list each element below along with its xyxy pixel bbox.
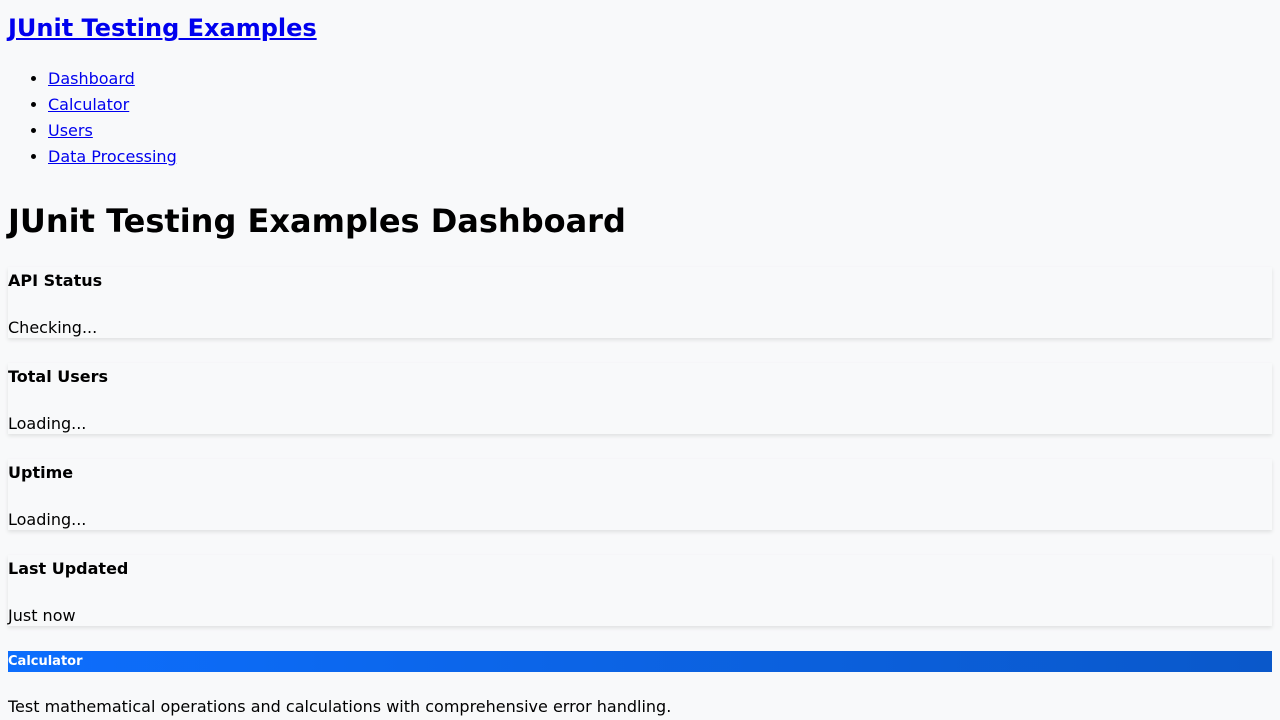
feature-card-calculator: Calculator Test mathematical operations …: [8, 651, 1272, 716]
main-nav: Dashboard Calculator Users Data Processi…: [8, 68, 1272, 172]
nav-item-users: Users: [48, 120, 1272, 146]
nav-item-data-processing: Data Processing: [48, 146, 1272, 172]
status-card-uptime: Uptime Loading...: [8, 459, 1272, 530]
nav-link-data-processing[interactable]: Data Processing: [48, 147, 177, 166]
card-title: Last Updated: [8, 559, 129, 578]
site-title-link[interactable]: JUnit Testing Examples: [8, 14, 317, 42]
card-title: Total Users: [8, 367, 109, 386]
card-value: Just now: [8, 606, 76, 625]
card-value: Loading...: [8, 414, 87, 433]
nav-item-calculator: Calculator: [48, 94, 1272, 120]
status-card-users: Total Users Loading...: [8, 363, 1272, 434]
card-value: Loading...: [8, 510, 87, 529]
feature-card-header: Calculator: [8, 651, 1272, 672]
status-card-last-updated: Last Updated Just now: [8, 555, 1272, 626]
site-title: JUnit Testing Examples: [8, 0, 1272, 42]
card-value: Checking...: [8, 318, 98, 337]
status-card-api: API Status Checking...: [8, 267, 1272, 338]
card-title: Uptime: [8, 463, 74, 482]
card-title: API Status: [8, 271, 103, 290]
feature-card-description: Test mathematical operations and calcula…: [8, 697, 672, 716]
nav-link-users[interactable]: Users: [48, 121, 93, 140]
nav-link-calculator[interactable]: Calculator: [48, 95, 129, 114]
nav-item-dashboard: Dashboard: [48, 68, 1272, 94]
nav-link-dashboard[interactable]: Dashboard: [48, 69, 135, 88]
dashboard-title: JUnit Testing Examples Dashboard: [8, 202, 626, 240]
page: JUnit Testing Examples Dashboard Calcula…: [0, 0, 1280, 716]
